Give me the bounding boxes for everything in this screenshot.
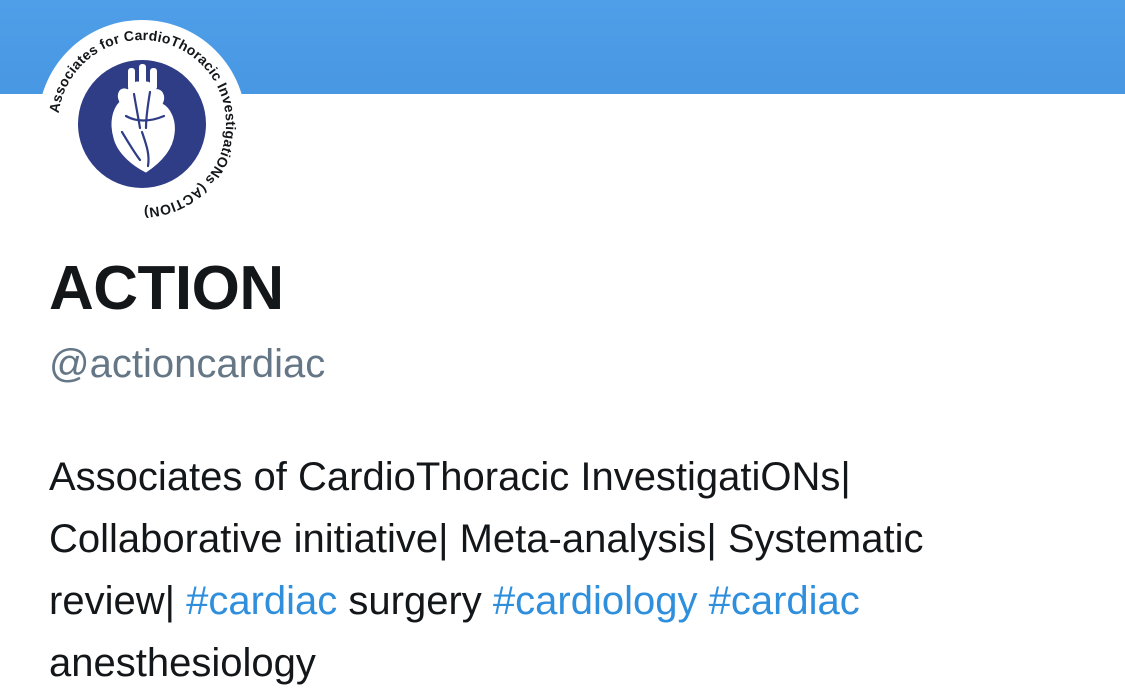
bio-line: review| #cardiac surgery #cardiology #ca…	[49, 570, 1109, 632]
profile-handle[interactable]: @actioncardiac	[49, 344, 325, 384]
bio-line: anesthesiology	[49, 641, 316, 685]
bio-line: Associates of CardioThoracic Investigati…	[49, 455, 851, 499]
bio-text	[697, 579, 708, 623]
bio-text: surgery	[337, 579, 493, 623]
profile-bio: Associates of CardioThoracic Investigati…	[49, 446, 1109, 694]
hashtag-cardiac[interactable]: #cardiac	[709, 579, 860, 623]
bio-text: review|	[49, 579, 187, 623]
profile-page: Associates for CardioThoracic Investigat…	[0, 0, 1125, 696]
hashtag-cardiology[interactable]: #cardiology	[493, 579, 698, 623]
hashtag-cardiac[interactable]: #cardiac	[186, 579, 337, 623]
heart-logo-icon: Associates for CardioThoracic Investigat…	[44, 26, 240, 222]
display-name: ACTION	[49, 254, 284, 323]
avatar[interactable]: Associates for CardioThoracic Investigat…	[38, 20, 246, 228]
bio-line: Collaborative initiative| Meta-analysis|…	[49, 517, 924, 561]
